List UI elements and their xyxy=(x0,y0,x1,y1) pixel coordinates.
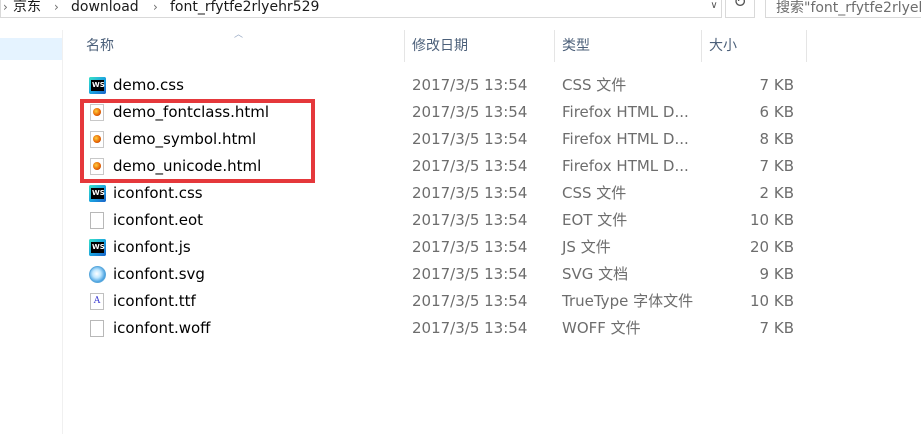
file-name: demo_fontclass.html xyxy=(113,103,270,121)
ie-svg-icon xyxy=(89,266,106,283)
blank-file-icon xyxy=(90,212,104,229)
file-row[interactable]: iconfont.eot 2017/3/5 13:54 EOT 文件 10 KB xyxy=(80,207,810,234)
file-type: TrueType 字体文件 xyxy=(562,292,694,310)
file-row[interactable]: demo_unicode.html 2017/3/5 13:54 Firefox… xyxy=(80,153,810,180)
file-date: 2017/3/5 13:54 xyxy=(412,265,528,283)
search-box[interactable] xyxy=(765,0,921,18)
file-name: iconfont.css xyxy=(113,184,203,202)
file-size: 9 KB xyxy=(759,265,794,283)
truetype-font-icon: A xyxy=(90,293,104,310)
chevron-right-icon[interactable]: › xyxy=(3,0,8,14)
webstorm-icon xyxy=(89,239,106,256)
refresh-icon: ↻ xyxy=(733,0,747,11)
blank-file-icon xyxy=(90,320,104,337)
file-size: 7 KB xyxy=(759,157,794,175)
file-size: 10 KB xyxy=(750,211,794,229)
file-type: EOT 文件 xyxy=(562,211,628,229)
navigation-pane[interactable] xyxy=(0,30,63,434)
file-name: demo_symbol.html xyxy=(113,130,257,148)
file-name: iconfont.ttf xyxy=(113,292,196,310)
column-header-type[interactable]: 类型 xyxy=(554,30,701,62)
search-input[interactable] xyxy=(776,0,921,16)
file-name: iconfont.js xyxy=(113,238,191,256)
file-date: 2017/3/5 13:54 xyxy=(412,130,528,148)
file-row[interactable]: iconfont.woff 2017/3/5 13:54 WOFF 文件 7 K… xyxy=(80,315,810,342)
file-date: 2017/3/5 13:54 xyxy=(412,238,528,256)
file-type: SVG 文档 xyxy=(562,265,629,283)
file-name: iconfont.woff xyxy=(113,319,211,337)
file-size: 8 KB xyxy=(759,130,794,148)
file-row[interactable]: iconfont.css 2017/3/5 13:54 CSS 文件 2 KB xyxy=(80,180,810,207)
file-type: Firefox HTML D... xyxy=(562,103,689,121)
column-header-date-label: 修改日期 xyxy=(412,38,468,54)
breadcrumb-download[interactable]: download xyxy=(71,0,139,14)
file-date: 2017/3/5 13:54 xyxy=(412,76,528,94)
file-type: Firefox HTML D... xyxy=(562,130,689,148)
file-type: Firefox HTML D... xyxy=(562,157,689,175)
file-date: 2017/3/5 13:54 xyxy=(412,292,528,310)
file-size: 20 KB xyxy=(750,238,794,256)
file-name: demo.css xyxy=(113,76,184,94)
file-type: CSS 文件 xyxy=(562,76,627,94)
file-type: WOFF 文件 xyxy=(562,319,641,337)
file-date: 2017/3/5 13:54 xyxy=(412,157,528,175)
webstorm-icon xyxy=(89,185,106,202)
file-name: iconfont.eot xyxy=(113,211,203,229)
file-name: iconfont.svg xyxy=(113,265,205,283)
breadcrumb-jd[interactable]: 京东 xyxy=(13,0,41,14)
firefox-html-icon xyxy=(90,158,104,175)
column-divider[interactable] xyxy=(806,30,807,62)
file-row[interactable]: iconfont.svg 2017/3/5 13:54 SVG 文档 9 KB xyxy=(80,261,810,288)
refresh-button[interactable]: ↻ xyxy=(725,0,755,18)
chevron-right-icon[interactable]: › xyxy=(54,0,59,14)
file-name: demo_unicode.html xyxy=(113,157,262,175)
file-date: 2017/3/5 13:54 xyxy=(412,184,528,202)
file-row[interactable]: A iconfont.ttf 2017/3/5 13:54 TrueType 字… xyxy=(80,288,810,315)
file-date: 2017/3/5 13:54 xyxy=(412,319,528,337)
column-header-name-label: 名称 xyxy=(86,38,114,54)
file-row[interactable]: demo.css 2017/3/5 13:54 CSS 文件 7 KB xyxy=(80,72,810,99)
chevron-right-icon[interactable]: › xyxy=(153,0,158,14)
column-header-type-label: 类型 xyxy=(562,38,590,54)
file-row[interactable]: iconfont.js 2017/3/5 13:54 JS 文件 20 KB xyxy=(80,234,810,261)
file-type: CSS 文件 xyxy=(562,184,627,202)
file-size: 6 KB xyxy=(759,103,794,121)
file-size: 7 KB xyxy=(759,76,794,94)
nav-selected-item[interactable] xyxy=(0,38,62,60)
chevron-down-icon[interactable]: ∨ xyxy=(707,0,721,14)
column-header-date[interactable]: 修改日期 xyxy=(404,30,554,62)
file-row[interactable]: demo_symbol.html 2017/3/5 13:54 Firefox … xyxy=(80,126,810,153)
firefox-html-icon xyxy=(90,131,104,148)
file-size: 10 KB xyxy=(750,292,794,310)
file-type: JS 文件 xyxy=(562,238,611,256)
column-header-size[interactable]: 大小 xyxy=(701,30,806,62)
file-date: 2017/3/5 13:54 xyxy=(412,211,528,229)
file-size: 2 KB xyxy=(759,184,794,202)
file-size: 7 KB xyxy=(759,319,794,337)
breadcrumb-current-folder[interactable]: font_rfytfe2rlyehr529 xyxy=(170,0,319,14)
file-row[interactable]: demo_fontclass.html 2017/3/5 13:54 Firef… xyxy=(80,99,810,126)
address-bar: › 京东 › download › font_rfytfe2rlyehr529 … xyxy=(0,0,921,18)
column-header-size-label: 大小 xyxy=(709,38,737,54)
webstorm-icon xyxy=(89,77,106,94)
column-header-name[interactable]: 名称 xyxy=(78,30,404,62)
breadcrumb[interactable]: › 京东 › download › font_rfytfe2rlyehr529 … xyxy=(0,0,722,18)
firefox-html-icon xyxy=(90,104,104,121)
file-date: 2017/3/5 13:54 xyxy=(412,103,528,121)
